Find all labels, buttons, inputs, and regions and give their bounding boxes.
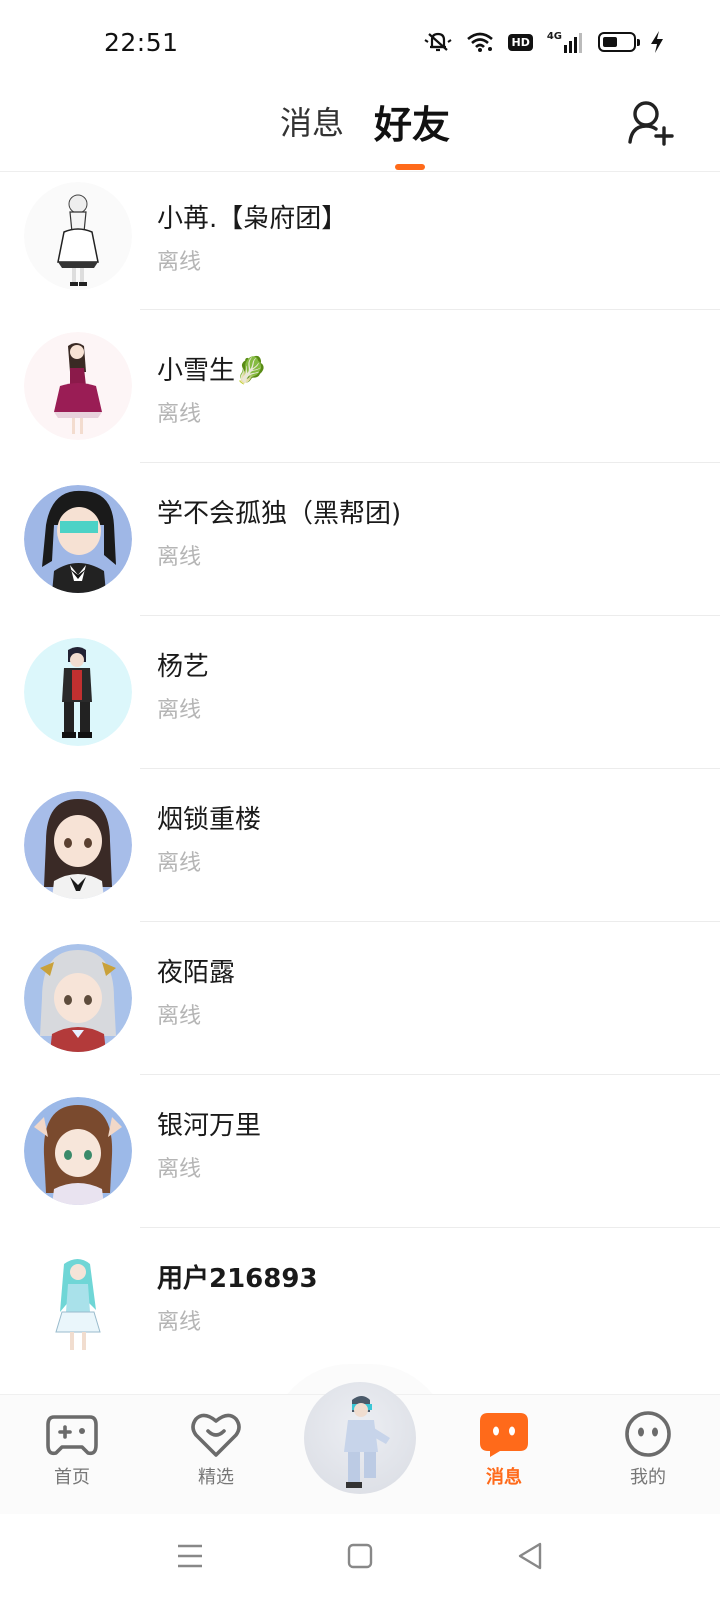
friend-status: 离线 — [157, 1310, 202, 1335]
status-bar: 22:51 HD 4G — [0, 0, 720, 84]
home-square-icon — [347, 1543, 373, 1569]
avatar — [24, 638, 132, 746]
friend-row[interactable]: 烟锁重楼 离线 — [0, 769, 720, 922]
friend-status: 离线 — [157, 250, 202, 275]
battery-icon — [598, 32, 640, 52]
friend-row[interactable]: 银河万里 离线 — [0, 1075, 720, 1228]
friend-name: 学不会孤独（黑帮团) — [157, 499, 402, 529]
hd-icon: HD — [508, 33, 533, 51]
friend-name: 用户216893 — [157, 1264, 318, 1294]
friend-name: 银河万里 — [157, 1111, 262, 1141]
system-nav-bar — [0, 1514, 720, 1600]
avatar — [24, 332, 132, 440]
friend-name: 杨艺 — [157, 652, 210, 682]
gamepad-icon — [46, 1415, 98, 1456]
friend-status: 离线 — [157, 1004, 202, 1029]
friend-row[interactable]: 小苒.【枭府团】 离线 — [0, 172, 720, 310]
friend-status: 离线 — [157, 851, 202, 876]
nav-mine[interactable]: 我的 — [598, 1409, 698, 1489]
avatar — [24, 1097, 132, 1205]
wifi-icon — [466, 31, 494, 53]
friend-name: 小雪生🥬 — [157, 356, 268, 386]
avatar — [24, 944, 132, 1052]
friend-status: 离线 — [157, 698, 202, 723]
nav-label: 消息 — [486, 1467, 522, 1488]
nav-label: 我的 — [630, 1467, 666, 1488]
friend-status: 离线 — [157, 402, 202, 427]
avatar — [24, 485, 132, 593]
friend-row[interactable]: 夜陌露 离线 — [0, 922, 720, 1075]
friend-list: 小苒.【枭府团】 离线 小雪生🥬 离线 学不会孤独（黑帮团) 离线 杨艺 离线 … — [0, 172, 720, 1381]
character-avatar — [344, 1396, 390, 1488]
system-menu-button[interactable] — [170, 1536, 210, 1576]
add-friend-button[interactable] — [626, 98, 676, 148]
status-icons: HD 4G — [424, 30, 664, 54]
avatar — [24, 182, 132, 290]
system-home-button[interactable] — [340, 1536, 380, 1576]
heart-chat-icon — [191, 1413, 241, 1457]
back-triangle-icon — [518, 1542, 542, 1570]
friend-row[interactable]: 用户216893 离线 — [0, 1228, 720, 1381]
avatar — [24, 791, 132, 899]
header: 消息 好友 — [0, 84, 720, 172]
status-time: 22:51 — [104, 28, 179, 57]
face-icon — [625, 1411, 671, 1457]
signal-4g-icon: 4G — [547, 31, 584, 53]
friend-name: 烟锁重楼 — [157, 805, 262, 835]
tab-messages[interactable]: 消息 — [280, 98, 344, 144]
avatar — [24, 1250, 132, 1358]
chat-bubble-icon — [480, 1413, 528, 1457]
friend-status: 离线 — [157, 1157, 202, 1182]
add-user-icon — [628, 101, 674, 146]
nav-messages[interactable]: 消息 — [454, 1409, 554, 1489]
friend-name: 小苒.【枭府团】 — [157, 204, 348, 234]
system-back-button[interactable] — [510, 1536, 550, 1576]
friend-status: 离线 — [157, 545, 202, 570]
mute-bell-icon — [424, 30, 453, 54]
friend-row[interactable]: 小雪生🥬 离线 — [0, 310, 720, 463]
charging-icon — [650, 30, 664, 54]
nav-label: 首页 — [54, 1467, 90, 1488]
friend-row[interactable]: 杨艺 离线 — [0, 616, 720, 769]
center-avatar-button[interactable] — [304, 1382, 416, 1494]
nav-label: 精选 — [198, 1467, 234, 1488]
active-tab-indicator — [395, 164, 425, 170]
friend-row[interactable]: 学不会孤独（黑帮团) 离线 — [0, 463, 720, 616]
friend-name: 夜陌露 — [157, 958, 236, 988]
menu-icon — [178, 1544, 202, 1568]
nav-featured[interactable]: 精选 — [166, 1409, 266, 1489]
nav-home[interactable]: 首页 — [22, 1409, 122, 1489]
tab-friends[interactable]: 好友 — [374, 94, 450, 149]
